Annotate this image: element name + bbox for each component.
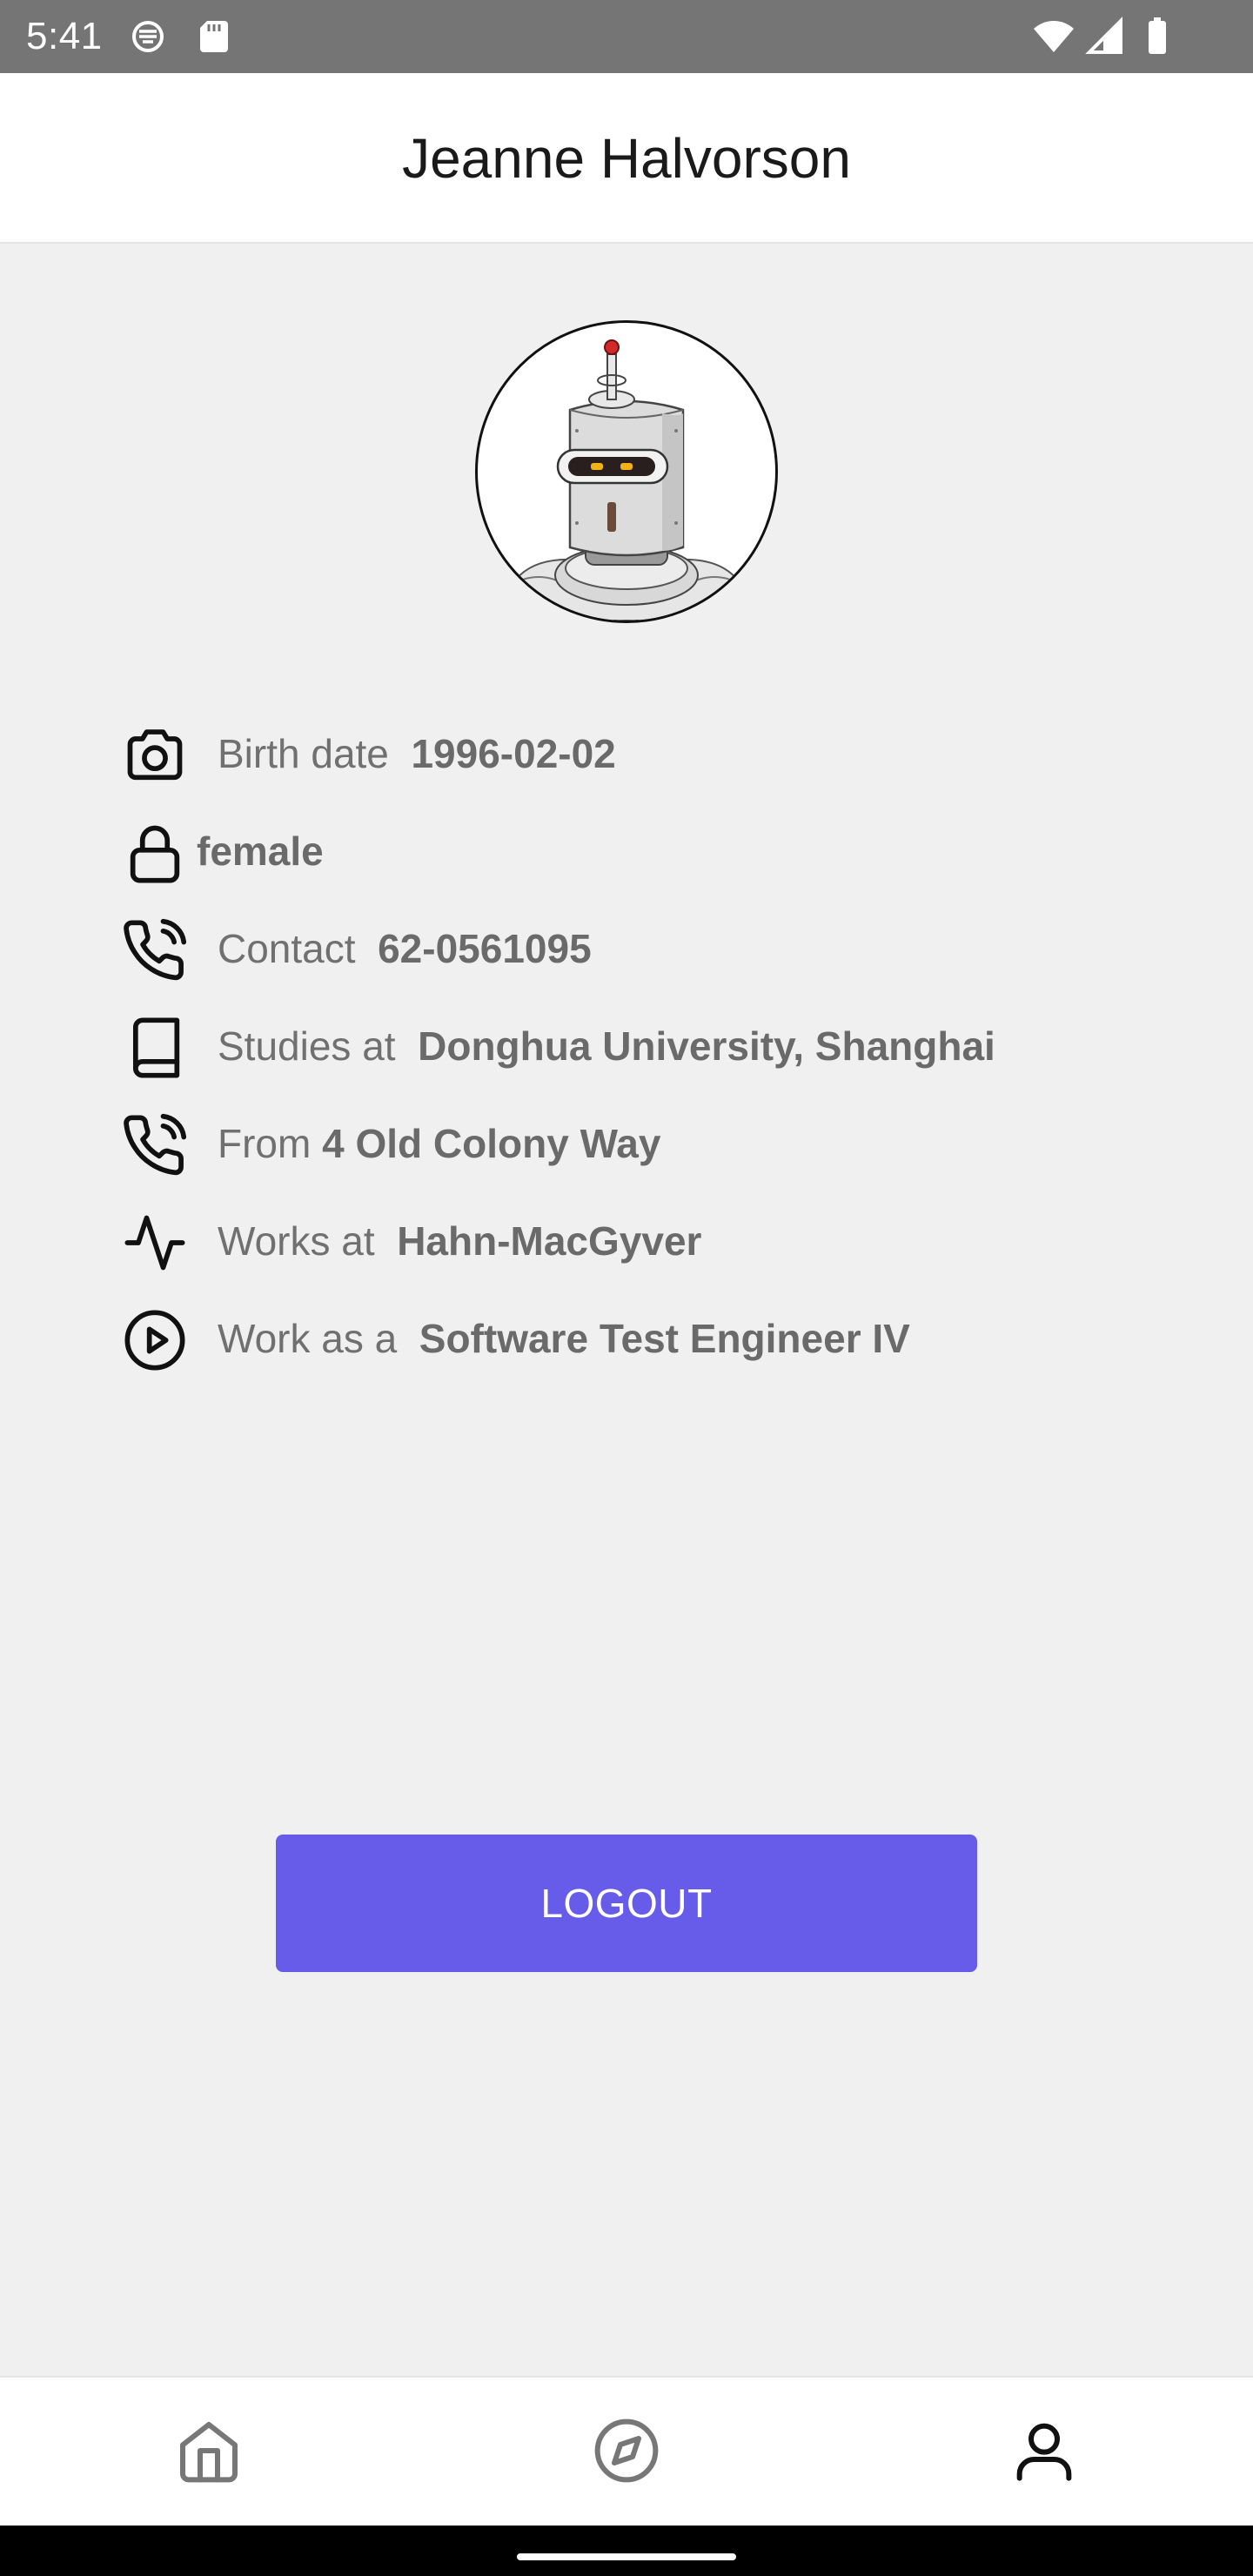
from-value: 4 Old Colony Way bbox=[322, 1121, 661, 1166]
system-gesture-bar bbox=[0, 2526, 1253, 2576]
info-row-contact: Contact 62-0561095 bbox=[122, 902, 1166, 989]
home-icon[interactable] bbox=[174, 2416, 244, 2485]
works-at-label: Works at bbox=[218, 1218, 375, 1264]
phone-call-icon bbox=[124, 1113, 187, 1176]
home-gesture-handle[interactable] bbox=[517, 2553, 736, 2560]
studies-label: Studies at bbox=[218, 1023, 396, 1069]
contact-value: 62-0561095 bbox=[378, 926, 592, 971]
activity-icon bbox=[124, 1215, 185, 1271]
info-row-gender: female bbox=[122, 804, 1166, 891]
info-row-studies: Studies at Donghua University, Shanghai bbox=[122, 999, 1166, 1086]
birth-date-label: Birth date bbox=[218, 731, 389, 776]
cell-signal-icon bbox=[1085, 17, 1122, 54]
studies-value: Donghua University, Shanghai bbox=[418, 1023, 995, 1069]
logout-button[interactable]: LOGOUT bbox=[276, 1835, 977, 1972]
page-title: Jeanne Halvorson bbox=[402, 127, 851, 190]
robot-avatar-icon bbox=[495, 339, 758, 621]
work-as-label: Work as a bbox=[218, 1316, 398, 1361]
info-row-from: From 4 Old Colony Way bbox=[122, 1097, 1166, 1184]
app-header: Jeanne Halvorson bbox=[0, 73, 1253, 244]
status-time: 5:41 bbox=[26, 15, 103, 57]
info-row-birth-date: Birth date 1996-02-02 bbox=[122, 707, 1166, 794]
bottom-navigation bbox=[0, 2376, 1253, 2526]
battery-icon bbox=[1149, 17, 1166, 54]
sim-shield-icon bbox=[132, 21, 164, 52]
from-label: From bbox=[218, 1121, 312, 1166]
avatar bbox=[475, 320, 778, 623]
lock-icon bbox=[130, 825, 180, 883]
user-icon[interactable] bbox=[1009, 2416, 1079, 2485]
contact-label: Contact bbox=[218, 926, 356, 971]
birth-date-value: 1996-02-02 bbox=[411, 731, 616, 776]
camera-icon bbox=[127, 729, 183, 781]
info-row-works-at: Works at Hahn-MacGyver bbox=[122, 1194, 1166, 1281]
phone-call-icon bbox=[124, 918, 187, 981]
compass-icon[interactable] bbox=[592, 2416, 661, 2485]
play-circle-icon bbox=[124, 1310, 185, 1371]
gender-value: female bbox=[197, 828, 324, 874]
work-as-value: Software Test Engineer IV bbox=[419, 1316, 910, 1361]
works-at-value: Hahn-MacGyver bbox=[397, 1218, 702, 1264]
info-row-work-as: Work as a Software Test Engineer IV bbox=[122, 1291, 1166, 1379]
status-bar: 5:41 bbox=[0, 0, 1253, 73]
wifi-icon bbox=[1034, 21, 1074, 52]
sd-card-icon bbox=[200, 21, 228, 52]
book-icon bbox=[132, 1017, 180, 1078]
